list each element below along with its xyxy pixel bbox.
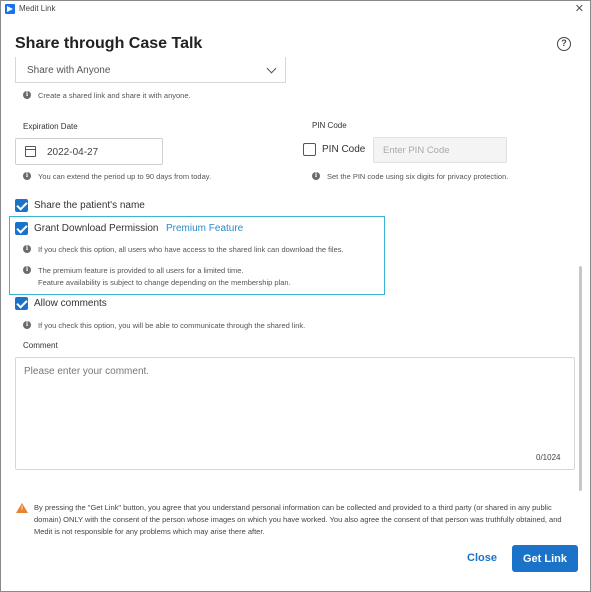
help-icon[interactable]: ? [557,37,571,51]
window-title: Medit Link [19,4,56,13]
info-icon: i [23,91,31,99]
disclaimer-text: By pressing the "Get Link" button, you a… [34,503,562,536]
download-permission-checkbox[interactable] [15,222,28,235]
pin-code-checkbox-label: PIN Code [322,144,366,155]
scrollbar[interactable] [579,266,582,491]
share-mode-value: Share with Anyone [27,65,111,76]
download-permission-label: Grant Download Permission [34,223,159,234]
expiration-hint: You can extend the period up to 90 days … [38,172,212,181]
dialog-title: Share through Case Talk [15,35,203,52]
expiration-date-field[interactable]: 2022-04-27 [15,138,163,165]
share-mode-select[interactable]: Share with Anyone [15,57,286,83]
expiration-date-value: 2022-04-27 [47,147,99,158]
medit-logo-icon [5,4,15,14]
dialog-window: Medit Link ✕ Share through Case Talk ? S… [0,0,591,592]
chevron-down-icon [266,63,277,74]
comment-label: Comment [23,341,58,350]
warning-icon-mark: ! [21,506,23,512]
calendar-icon [25,146,36,157]
comment-textarea[interactable] [15,357,575,470]
allow-comments-checkbox[interactable] [15,297,28,310]
info-icon: i [23,245,31,253]
get-link-button[interactable]: Get Link [512,545,578,572]
expiration-label: Expiration Date [23,122,78,131]
title-bar: Medit Link ✕ [1,1,590,18]
pin-section-label: PIN Code [312,121,347,130]
premium-hint-line1: The premium feature is provided to all u… [38,266,244,275]
window-close-icon[interactable]: ✕ [575,2,584,16]
share-patient-name-label: Share the patient's name [34,200,145,211]
download-hint: If you check this option, all users who … [38,245,344,254]
allow-comments-hint: If you check this option, you will be ab… [38,321,306,330]
premium-hint-line2: Feature availability is subject to chang… [38,278,291,287]
comment-counter: 0/1024 [536,453,561,462]
info-icon: i [23,172,31,180]
info-icon: i [23,321,31,329]
pin-code-input[interactable] [373,137,507,163]
share-hint: Create a shared link and share it with a… [38,91,191,100]
pin-hint: Set the PIN code using six digits for pr… [327,172,509,181]
pin-code-checkbox[interactable] [303,143,316,156]
allow-comments-label: Allow comments [34,298,107,309]
info-icon: i [312,172,320,180]
premium-feature-badge: Premium Feature [166,223,244,234]
info-icon: i [23,266,31,274]
close-button[interactable]: Close [459,545,505,571]
share-patient-name-checkbox[interactable] [15,199,28,212]
